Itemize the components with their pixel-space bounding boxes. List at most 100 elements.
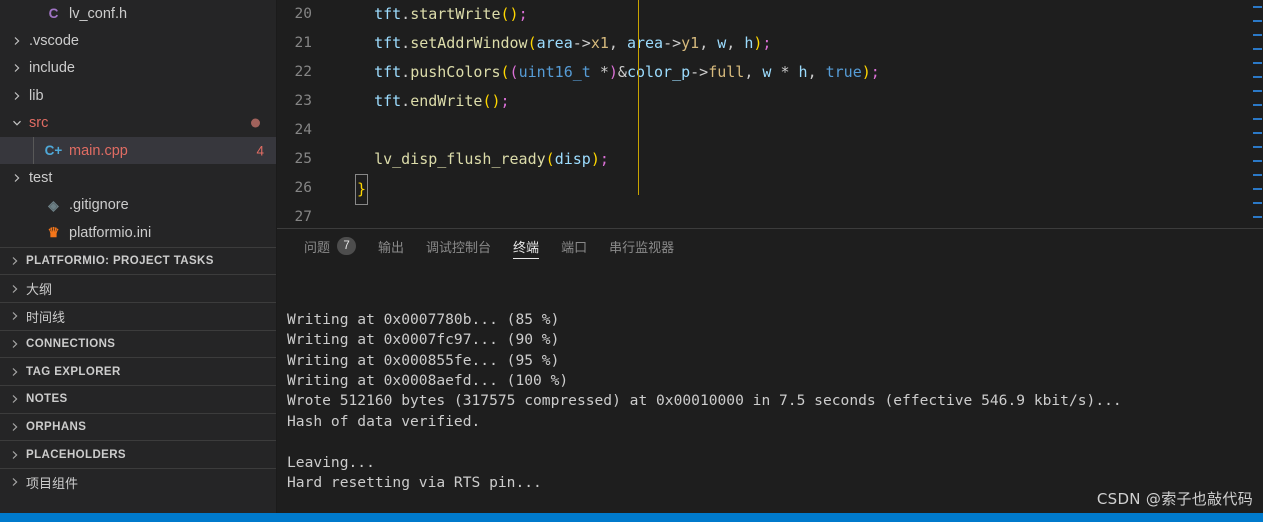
code-token: uint16_t <box>518 63 591 81</box>
section-label: 时间线 <box>26 309 66 325</box>
folder-error-dot <box>251 118 260 128</box>
code-token: -> <box>663 34 682 52</box>
explorer-item-platformio-ini[interactable]: ♛ platformio.ini <box>0 219 276 246</box>
chevron-right-icon <box>8 63 26 73</box>
code-token: color_p <box>626 63 691 81</box>
code-line[interactable]: 23 tft.endWrite(); <box>277 87 1263 116</box>
code-line[interactable]: 25 lv_disp_flush_ready(disp); <box>277 145 1263 174</box>
sidebar-section-[interactable]: 时间线 <box>0 301 276 330</box>
chevron-right-icon <box>4 311 26 321</box>
code-token: ; <box>599 150 609 168</box>
explorer-item-label: .vscode <box>29 33 79 50</box>
panel-tab-串行监视器[interactable]: 串行监视器 <box>598 229 685 263</box>
code-token: . <box>401 34 411 52</box>
explorer-item-lib[interactable]: lib <box>0 82 276 109</box>
code-line-content: tft.endWrite(); <box>334 87 1263 116</box>
code-line[interactable]: 24 <box>277 116 1263 145</box>
error-count-badge: 4 <box>256 143 264 159</box>
panel-tab-调试控制台[interactable]: 调试控制台 <box>415 229 502 263</box>
sidebar-section-connections[interactable]: CONNECTIONS <box>0 329 276 358</box>
chevron-right-icon <box>4 450 26 460</box>
code-token: pushColors <box>410 63 501 81</box>
line-number: 24 <box>294 122 312 138</box>
terminal-line: Leaving... <box>287 453 375 471</box>
panel-tab-label: 输出 <box>378 239 405 255</box>
section-label: PLATFORMIO: PROJECT TASKS <box>26 254 214 267</box>
code-token: ) <box>509 5 519 23</box>
code-line[interactable]: 22 tft.pushColors((uint16_t *)&color_p->… <box>277 58 1263 87</box>
panel-tab-终端[interactable]: 终端 <box>502 229 550 263</box>
code-line[interactable]: 20 tft.startWrite(); <box>277 0 1263 29</box>
code-token: , <box>699 34 718 52</box>
code-token: true <box>825 63 862 81</box>
explorer-item-vscode[interactable]: .vscode <box>0 27 276 54</box>
code-line-content: } <box>334 174 1263 205</box>
code-token: ; <box>518 5 528 23</box>
code-token: ; <box>500 92 510 110</box>
code-token: ) <box>590 150 600 168</box>
code-line[interactable]: 26} <box>277 174 1263 205</box>
chevron-right-icon <box>8 173 26 183</box>
code-line-content: tft.setAddrWindow(area->x1, area->y1, w,… <box>334 29 1263 58</box>
code-token: setAddrWindow <box>410 34 528 52</box>
explorer-item-include[interactable]: include <box>0 55 276 82</box>
explorer-item-gitignore[interactable]: ◈ .gitignore <box>0 192 276 219</box>
code-token: endWrite <box>410 92 483 110</box>
chevron-right-icon <box>4 422 26 432</box>
explorer-item-label: platformio.ini <box>69 224 152 241</box>
code-lines[interactable]: 20 tft.startWrite(); 21 tft.setAddrWindow… <box>277 0 1263 228</box>
code-token: y1 <box>681 34 700 52</box>
sidebar-section-placeholders[interactable]: PLACEHOLDERS <box>0 440 276 469</box>
explorer-item-label: .gitignore <box>69 197 129 214</box>
panel-tab-问题[interactable]: 问题 7 <box>293 229 367 263</box>
code-token: & <box>617 63 627 81</box>
code-token: ( <box>527 34 537 52</box>
code-token: -> <box>572 34 591 52</box>
sidebar-section-[interactable]: 项目组件 <box>0 468 276 496</box>
sidebar-section-notes[interactable]: NOTES <box>0 384 276 413</box>
chevron-right-icon <box>4 367 26 377</box>
section-label: PLACEHOLDERS <box>26 448 127 461</box>
terminal-output[interactable]: Writing at 0x0007780b... (85 %) Writing a… <box>277 263 1263 513</box>
problem-count-badge: 7 <box>337 237 357 255</box>
editor-overview-ruler[interactable] <box>1249 0 1263 228</box>
code-token: area <box>536 34 573 52</box>
line-number: 22 <box>294 64 312 80</box>
sidebar-section-platformio-project-tasks[interactable]: PLATFORMIO: PROJECT TASKS <box>0 246 276 275</box>
explorer-item-src[interactable]: src <box>0 110 276 137</box>
panel-tab-端口[interactable]: 端口 <box>550 229 598 263</box>
code-token: } <box>355 174 369 205</box>
bottom-panel: 问题 7 输出 调试控制台 终端 端口 串行监视器 Writing at 0x0007780… <box>277 228 1263 513</box>
explorer-item-test[interactable]: test <box>0 164 276 191</box>
sidebar-section-[interactable]: 大纲 <box>0 274 276 302</box>
line-number: 27 <box>294 209 312 225</box>
explorer-item-label: include <box>29 60 75 77</box>
chevron-right-icon <box>8 91 26 101</box>
sidebar-section-tag-explorer[interactable]: TAG EXPLORER <box>0 357 276 385</box>
sidebar-collapsed-sections[interactable]: PLATFORMIO: PROJECT TASKS 大纲时间线 CONNECTION… <box>0 246 276 513</box>
sidebar-section-orphans[interactable]: ORPHANS <box>0 412 276 441</box>
terminal-line: Writing at 0x0007fc97... (90 %) <box>287 331 560 349</box>
explorer-item-lv-conf-h[interactable]: Clv_conf.h <box>0 0 276 27</box>
code-line[interactable]: 21 tft.setAddrWindow(area->x1, area->y1,… <box>277 29 1263 58</box>
explorer-item-main-cpp[interactable]: C+ main.cpp 4 <box>0 136 276 165</box>
code-token: tft <box>374 92 402 110</box>
status-bar[interactable] <box>0 513 1263 522</box>
panel-tab-输出[interactable]: 输出 <box>367 229 415 263</box>
panel-tab-label: 调试控制台 <box>426 239 492 255</box>
terminal-log-lines: Writing at 0x0007780b... (85 %) Writing a… <box>287 310 1263 494</box>
terminal-line: Writing at 0x000855fe... (95 %) <box>287 351 560 369</box>
code-line[interactable]: 27 <box>277 203 1263 228</box>
panel-tab-label: 问题 <box>304 239 331 255</box>
code-token: , <box>744 63 763 81</box>
explorer-file-tree[interactable]: Clv_conf.h .vscode include lib src C+ main.cpp… <box>0 0 276 247</box>
code-token: . <box>401 92 411 110</box>
chevron-right-icon <box>4 339 26 349</box>
panel-tab-bar[interactable]: 问题 7 输出 调试控制台 终端 端口 串行监视器 <box>277 229 1263 263</box>
code-editor[interactable]: 20 tft.startWrite(); 21 tft.setAddrWindow… <box>277 0 1263 228</box>
code-token: ) <box>608 63 618 81</box>
